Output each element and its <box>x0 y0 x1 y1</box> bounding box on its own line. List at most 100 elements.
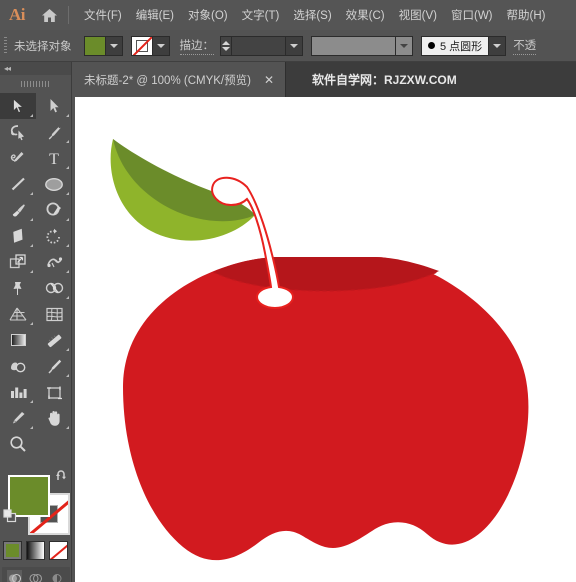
document-tab[interactable]: 未标题-2* @ 100% (CMYK/预览) ✕ <box>72 62 287 97</box>
gradient-mode-button[interactable] <box>26 541 45 560</box>
pen-tool[interactable] <box>36 119 72 145</box>
default-fill-stroke-icon[interactable] <box>3 509 17 528</box>
measure-tool[interactable] <box>36 353 72 379</box>
draw-behind-icon[interactable] <box>28 570 43 582</box>
blend-tool[interactable] <box>0 353 36 379</box>
width-tool[interactable] <box>36 249 72 275</box>
tools-panel-header[interactable]: ◂◂ <box>0 62 71 75</box>
apple-body-shape <box>123 257 529 561</box>
menu-item-type[interactable]: 文字(T) <box>235 0 287 30</box>
selection-status-label: 未选择对象 <box>14 40 72 53</box>
flyout-triangle-icon <box>66 348 69 351</box>
menu-item-effect[interactable]: 效果(C) <box>339 0 392 30</box>
curvature-tool[interactable] <box>0 145 36 171</box>
stroke-weight-input[interactable] <box>232 35 286 56</box>
artboard-canvas[interactable] <box>75 97 576 582</box>
brush-definition-label: 5 点圆形 <box>440 40 483 53</box>
eraser-tool[interactable] <box>0 223 36 249</box>
flyout-triangle-icon <box>30 400 33 403</box>
menu-item-window[interactable]: 窗口(W) <box>444 0 500 30</box>
stroke-profile-dropdown[interactable] <box>396 35 413 56</box>
drawing-mode-row <box>2 567 70 582</box>
flyout-triangle-icon <box>66 244 69 247</box>
slice-tool[interactable] <box>0 405 36 431</box>
menu-item-file[interactable]: 文件(F) <box>77 0 129 30</box>
menu-item-select[interactable]: 选择(S) <box>286 0 338 30</box>
eyedropper-tool[interactable] <box>36 327 72 353</box>
stroke-profile-input[interactable] <box>311 35 396 56</box>
ellipse-tool[interactable] <box>36 171 72 197</box>
close-icon[interactable]: ✕ <box>261 72 277 88</box>
document-tab-title: 未标题-2* @ 100% (CMYK/预览) <box>84 74 251 87</box>
column-graph-tool[interactable] <box>0 379 36 405</box>
flyout-triangle-icon <box>66 374 69 377</box>
scale-tool[interactable] <box>0 249 36 275</box>
tool-grid: T <box>0 93 72 463</box>
artboard-tool[interactable] <box>36 379 72 405</box>
app-logo: Ai <box>9 5 26 24</box>
lasso-tool[interactable] <box>0 119 36 145</box>
tools-panel: ◂◂ T <box>0 62 72 582</box>
flyout-triangle-icon <box>30 426 33 429</box>
selection-tool[interactable] <box>0 93 36 119</box>
stroke-weight-stepper[interactable] <box>220 35 232 56</box>
flyout-triangle-icon <box>66 270 69 273</box>
flyout-triangle-icon <box>66 140 69 143</box>
fill-swatch-dropdown[interactable] <box>105 35 123 56</box>
opacity-label[interactable]: 不透 <box>513 37 537 55</box>
menu-items-list: 文件(F) 编辑(E) 对象(O) 文字(T) 选择(S) 效果(C) 视图(V… <box>77 0 552 30</box>
tool-panel-divider <box>0 457 72 463</box>
menu-divider <box>68 6 69 24</box>
fill-swatch[interactable] <box>83 35 106 56</box>
stroke-weight-dropdown[interactable] <box>286 35 303 56</box>
rotate-tool[interactable] <box>36 223 72 249</box>
options-bar-grip[interactable] <box>0 30 10 62</box>
control-options-bar: 未选择对象 描边： 5 点圆形 不透 <box>0 30 576 62</box>
stroke-swatch-dropdown[interactable] <box>152 35 170 56</box>
stroke-swatch-group[interactable] <box>130 35 170 56</box>
fill-stroke-controls <box>0 467 72 535</box>
direct-selection-tool[interactable] <box>36 93 72 119</box>
perspective-grid-tool[interactable] <box>0 301 36 327</box>
illustrator-window: Ai 文件(F) 编辑(E) 对象(O) 文字(T) 选择(S) 效果(C) 视… <box>0 0 576 582</box>
apple-illustration <box>110 139 529 561</box>
menu-item-edit[interactable]: 编辑(E) <box>129 0 181 30</box>
flyout-triangle-icon <box>30 270 33 273</box>
tool-empty-slot <box>36 431 72 457</box>
type-tool[interactable]: T <box>36 145 72 171</box>
menu-item-object[interactable]: 对象(O) <box>181 0 235 30</box>
brush-definition-dropdown[interactable] <box>489 35 507 56</box>
line-segment-tool[interactable] <box>0 171 36 197</box>
flyout-triangle-icon <box>30 244 33 247</box>
shape-builder-tool[interactable] <box>36 275 72 301</box>
document-tab-bar: 未标题-2* @ 100% (CMYK/预览) ✕ 软件自学网：RJZXW.CO… <box>72 62 576 97</box>
flyout-triangle-icon <box>66 426 69 429</box>
flyout-triangle-icon <box>30 114 33 117</box>
zoom-tool[interactable] <box>0 431 36 457</box>
collapse-left-icon[interactable]: ◂◂ <box>4 64 11 73</box>
home-icon[interactable] <box>34 0 64 30</box>
none-mode-button[interactable] <box>49 541 68 560</box>
none-slash-icon <box>132 37 152 55</box>
stroke-swatch-none[interactable] <box>130 35 153 56</box>
flyout-triangle-icon <box>30 192 33 195</box>
swap-fill-stroke-icon[interactable] <box>55 469 68 487</box>
draw-inside-icon[interactable] <box>50 570 65 582</box>
brush-definition-field[interactable]: 5 点圆形 <box>421 35 490 56</box>
free-transform-tool[interactable] <box>0 275 36 301</box>
drag-grip-icon[interactable] <box>0 75 71 93</box>
fill-swatch-group[interactable] <box>83 35 123 56</box>
flyout-triangle-icon <box>30 322 33 325</box>
menu-item-help[interactable]: 帮助(H) <box>500 0 553 30</box>
mesh-tool[interactable] <box>36 301 72 327</box>
menu-item-view[interactable]: 视图(V) <box>392 0 444 30</box>
paintbrush-tool[interactable] <box>0 197 36 223</box>
gradient-tool[interactable] <box>0 327 36 353</box>
flyout-triangle-icon <box>66 296 69 299</box>
stroke-weight-label[interactable]: 描边： <box>179 37 214 55</box>
hand-tool[interactable] <box>36 405 72 431</box>
color-mode-button[interactable] <box>3 541 22 560</box>
flyout-triangle-icon <box>66 114 69 117</box>
draw-normal-icon[interactable] <box>7 570 23 582</box>
shaper-tool[interactable] <box>36 197 72 223</box>
